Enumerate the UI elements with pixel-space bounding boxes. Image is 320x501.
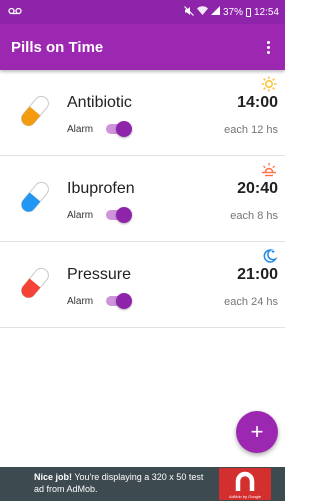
- pill-frequency: each 8 hs: [230, 210, 278, 222]
- admob-badge[interactable]: AdMob by Google: [219, 468, 271, 500]
- voicemail-icon: [8, 7, 22, 17]
- alarm-label: Alarm: [67, 296, 94, 307]
- pill-time: 20:40: [237, 180, 278, 197]
- capsule-icon: [20, 264, 50, 302]
- pill-name: Antibiotic: [67, 94, 132, 111]
- sun-icon: [261, 76, 277, 92]
- pill-frequency: each 24 hs: [224, 296, 278, 308]
- add-pill-button[interactable]: +: [236, 411, 278, 453]
- battery-icon: [245, 7, 251, 17]
- battery-percent: 37%: [222, 6, 243, 18]
- pill-frequency: each 12 hs: [224, 124, 278, 136]
- signal-icon: [210, 6, 220, 18]
- pill-card-antibiotic[interactable]: Antibiotic 14:00 Alarm each 12 hs: [0, 70, 285, 156]
- overflow-menu-icon[interactable]: [261, 36, 275, 58]
- alarm-toggle[interactable]: [104, 121, 132, 137]
- status-bar: 37% 12:54: [0, 0, 285, 24]
- pill-card-ibuprofen[interactable]: Ibuprofen 20:40 Alarm each 8 hs: [0, 156, 285, 242]
- alarm-toggle[interactable]: [104, 207, 132, 223]
- status-time: 12:54: [253, 6, 279, 18]
- plus-icon: +: [250, 419, 264, 444]
- status-left: [8, 7, 22, 17]
- ad-headline: Nice job!: [34, 472, 73, 482]
- wifi-icon: [196, 6, 208, 18]
- alarm-toggle[interactable]: [104, 293, 132, 309]
- status-right: 37% 12:54: [184, 5, 279, 19]
- pill-name: Ibuprofen: [67, 180, 135, 197]
- pill-time: 14:00: [237, 94, 278, 111]
- capsule-icon: [20, 178, 50, 216]
- moon-icon: [261, 248, 278, 264]
- ad-badge-caption: AdMob by Google: [228, 494, 262, 499]
- ad-banner[interactable]: Nice job! You're displaying a 320 x 50 t…: [0, 467, 285, 501]
- app-title: Pills on Time: [11, 38, 104, 56]
- alarm-label: Alarm: [67, 124, 94, 135]
- pill-card-pressure[interactable]: Pressure 21:00 Alarm each 24 hs: [0, 242, 285, 328]
- sunset-icon: [261, 162, 277, 178]
- alarm-label: Alarm: [67, 210, 94, 221]
- mute-icon: [184, 5, 194, 19]
- pill-time: 21:00: [237, 266, 278, 283]
- pill-name: Pressure: [67, 266, 132, 283]
- pill-list: Antibiotic 14:00 Alarm each 12 hs Ibupro…: [0, 70, 285, 328]
- app-bar: Pills on Time: [0, 24, 285, 70]
- ad-text: Nice job! You're displaying a 320 x 50 t…: [34, 471, 214, 495]
- app-screen: 37% 12:54 Pills on Time Antibiotic 14:00…: [0, 0, 285, 501]
- capsule-icon: [20, 92, 50, 130]
